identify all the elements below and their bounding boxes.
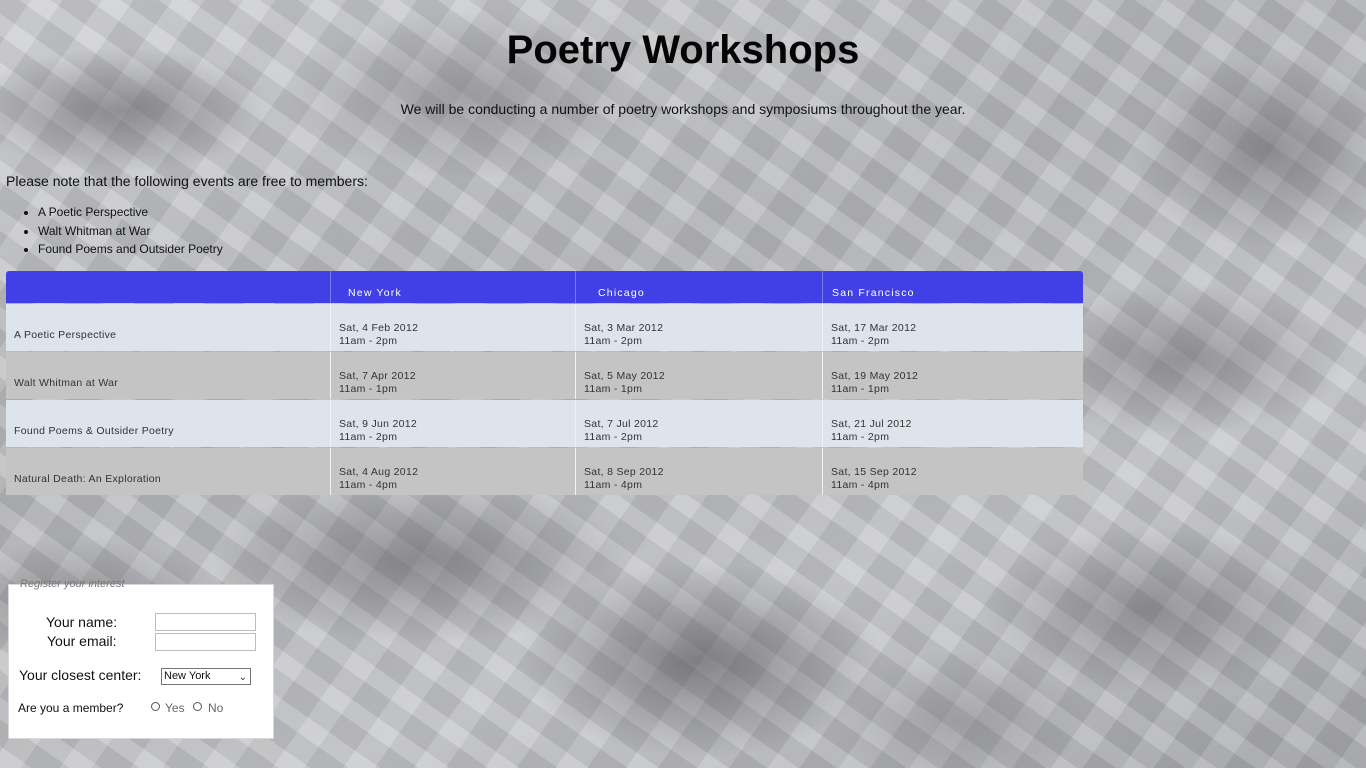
chicago-cell: Sat, 7 Jul 2012 11am - 2pm <box>575 400 822 447</box>
list-item: Found Poems and Outsider Poetry <box>38 240 223 259</box>
center-select[interactable]: New York ⌄ <box>161 668 251 685</box>
chicago-cell: Sat, 8 Sep 2012 11am - 4pm <box>575 448 822 495</box>
header-cell-san-francisco: San Francisco <box>822 271 1083 303</box>
header-cell-new-york: New York <box>330 271 575 303</box>
intro-text: We will be conducting a number of poetry… <box>400 101 966 117</box>
table-header: New York Chicago San Francisco <box>6 271 1083 303</box>
event-name-cell: Walt Whitman at War <box>14 377 119 389</box>
list-item: A Poetic Perspective <box>38 203 223 222</box>
chicago-cell: Sat, 5 May 2012 11am - 1pm <box>575 352 822 399</box>
name-field[interactable] <box>155 613 256 631</box>
schedule-table: New York Chicago San Francisco A Poetic … <box>6 271 1083 496</box>
member-yes-radio[interactable] <box>151 702 160 711</box>
table-row: Natural Death: An Exploration Sat, 4 Aug… <box>6 448 1083 495</box>
member-yes-label: Yes <box>165 701 185 715</box>
new-york-cell: Sat, 9 Jun 2012 11am - 2pm <box>330 400 575 447</box>
new-york-cell: Sat, 4 Feb 2012 11am - 2pm <box>330 304 575 351</box>
chevron-down-icon: ⌄ <box>238 672 247 683</box>
register-interest-form: Register your interest Your name: Your e… <box>8 578 274 739</box>
name-label: Your name: <box>46 614 118 630</box>
header-cell-chicago: Chicago <box>575 271 822 303</box>
new-york-cell: Sat, 4 Aug 2012 11am - 4pm <box>330 448 575 495</box>
san-francisco-cell: Sat, 17 Mar 2012 11am - 2pm <box>822 304 1083 351</box>
new-york-cell: Sat, 7 Apr 2012 11am - 1pm <box>330 352 575 399</box>
member-no-radio[interactable] <box>193 702 202 711</box>
table-row: A Poetic Perspective Sat, 4 Feb 2012 11am… <box>6 304 1083 351</box>
form-legend: Register your interest <box>20 578 125 590</box>
center-label: Your closest center: <box>19 667 142 683</box>
center-select-value: New York <box>164 670 211 682</box>
table-row: Found Poems & Outsider Poetry Sat, 9 Jun… <box>6 400 1083 447</box>
email-field[interactable] <box>155 633 256 651</box>
list-item: Walt Whitman at War <box>38 222 223 241</box>
event-name-cell: Found Poems & Outsider Poetry <box>14 425 174 437</box>
event-name-cell: A Poetic Perspective <box>14 329 117 341</box>
event-name-cell: Natural Death: An Exploration <box>14 473 162 485</box>
table-row: Walt Whitman at War Sat, 7 Apr 2012 11am … <box>6 352 1083 399</box>
san-francisco-cell: Sat, 15 Sep 2012 11am - 4pm <box>822 448 1083 495</box>
free-events-list: A Poetic Perspective Walt Whitman at War… <box>0 203 223 259</box>
member-no-label: No <box>208 701 224 715</box>
members-note: Please note that the following events ar… <box>6 173 368 189</box>
header-cell-event <box>6 271 330 303</box>
email-label: Your email: <box>47 633 117 649</box>
san-francisco-cell: Sat, 21 Jul 2012 11am - 2pm <box>822 400 1083 447</box>
chicago-cell: Sat, 3 Mar 2012 11am - 2pm <box>575 304 822 351</box>
member-question: Are you a member? <box>18 701 124 715</box>
page-title: Poetry Workshops <box>506 28 860 72</box>
san-francisco-cell: Sat, 19 May 2012 11am - 1pm <box>822 352 1083 399</box>
